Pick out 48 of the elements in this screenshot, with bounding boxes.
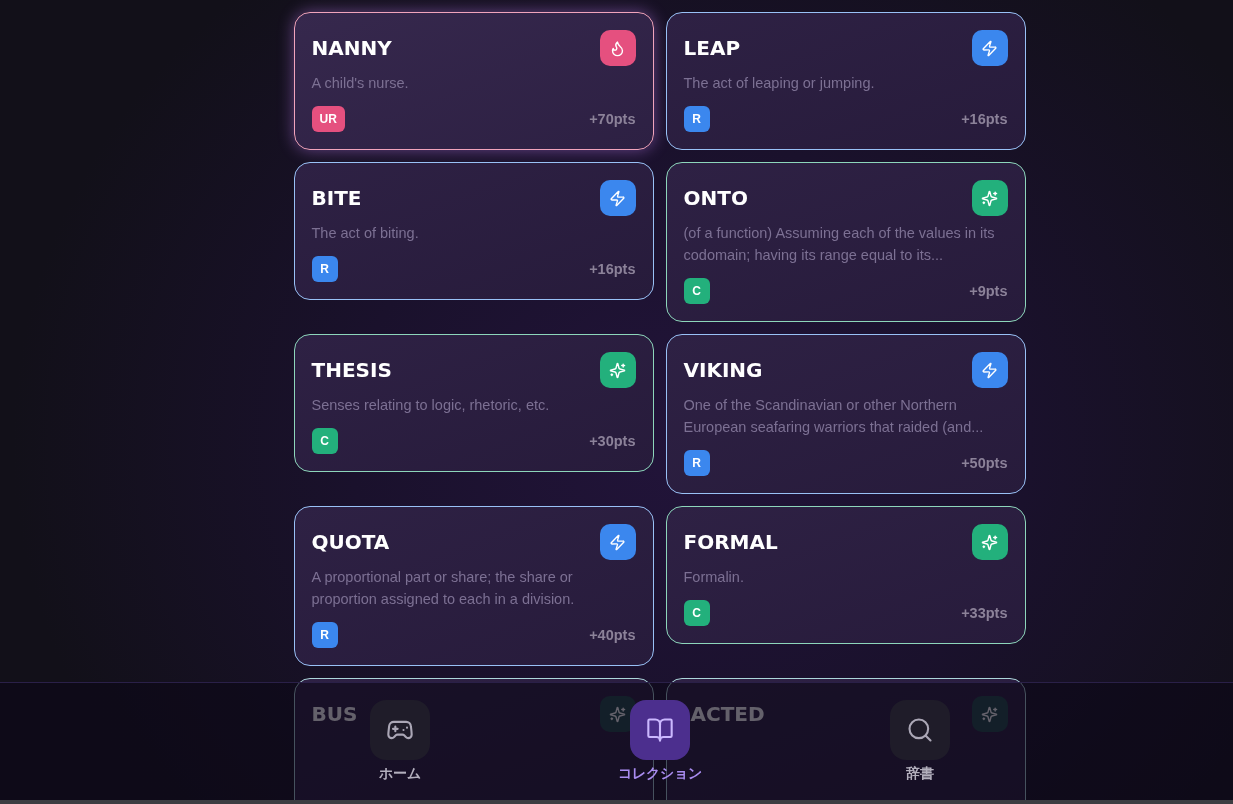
word-card[interactable]: FORMAL Formalin. C +33pts — [665, 506, 1026, 644]
word-card[interactable]: THESIS Senses relating to logic, rhetoric, etc. C +30pts — [293, 334, 654, 472]
rarity-badge: R — [311, 256, 338, 282]
card-title: NANNY — [311, 36, 392, 60]
card-description: The act of leaping or jumping. — [683, 74, 876, 93]
card-title: THESIS — [311, 358, 392, 382]
sparkle-icon — [971, 696, 1008, 732]
card-description: A proportional part or share; the share or proportion assigned to each in a division. — [311, 568, 576, 609]
points-label: +50pts — [961, 455, 1008, 471]
word-card[interactable]: QUOTA A proportional part or share; the share or proportion assigned to each in a division. R +40pts — [293, 506, 654, 666]
rarity-badge: C — [683, 278, 710, 304]
rarity-badge: C — [311, 428, 338, 454]
points-label: +16pts — [961, 111, 1008, 127]
rarity-badge: C — [683, 600, 710, 626]
word-card[interactable]: LEAP The act of leaping or jumping. R +16pts — [665, 12, 1026, 150]
card-description: One of the Scandinavian or other Northern European seafaring warriors that raided (and... — [683, 396, 985, 437]
rarity-badge: R — [683, 106, 710, 132]
card-title: ONTO — [683, 186, 748, 210]
points-label: +9pts — [969, 283, 1008, 299]
points-label: +40pts — [589, 627, 636, 643]
word-card[interactable]: ONTO (of a function) Assuming each of the values in its codomain; having its range equal to its... C +9pts — [665, 162, 1026, 322]
word-card[interactable]: NANNY A child's nurse. UR +70pts — [293, 12, 654, 150]
rarity-badge: R — [311, 622, 338, 648]
card-title: FORMAL — [683, 530, 778, 554]
points-label: +30pts — [589, 433, 636, 449]
nav-tab[interactable]: 辞書 — [889, 700, 950, 783]
points-label: +70pts — [589, 111, 636, 127]
nav-tab[interactable]: ホーム — [369, 700, 430, 783]
card-title: BITE — [311, 186, 362, 210]
card-description: Senses relating to logic, rhetoric, etc. — [311, 396, 551, 415]
points-label: +33pts — [961, 605, 1008, 621]
card-description: A child's nurse. — [311, 74, 410, 93]
word-card[interactable]: BITE The act of biting. R +16pts — [293, 162, 654, 300]
card-description: Formalin. — [683, 568, 745, 587]
rarity-badge: UR — [311, 106, 345, 132]
sparkle-icon — [599, 696, 636, 732]
card-description: (of a function) Assuming each of the values in its codomain; having its range equal to its... — [683, 224, 996, 265]
points-label: +16pts — [589, 261, 636, 277]
word-card[interactable]: VIKING One of the Scandinavian or other Northern European seafaring warriors that raided (and... R +50pts — [665, 334, 1026, 494]
rarity-badge: R — [683, 450, 710, 476]
card-title: LEAP — [683, 36, 741, 60]
search-icon — [889, 700, 950, 760]
card-title: VIKING — [683, 358, 763, 382]
card-title: BUS — [311, 702, 358, 726]
book-icon — [629, 700, 690, 760]
card-description: The act of biting. — [311, 224, 420, 243]
gamepad-icon — [369, 700, 430, 760]
card-title: QUOTA — [311, 530, 390, 554]
